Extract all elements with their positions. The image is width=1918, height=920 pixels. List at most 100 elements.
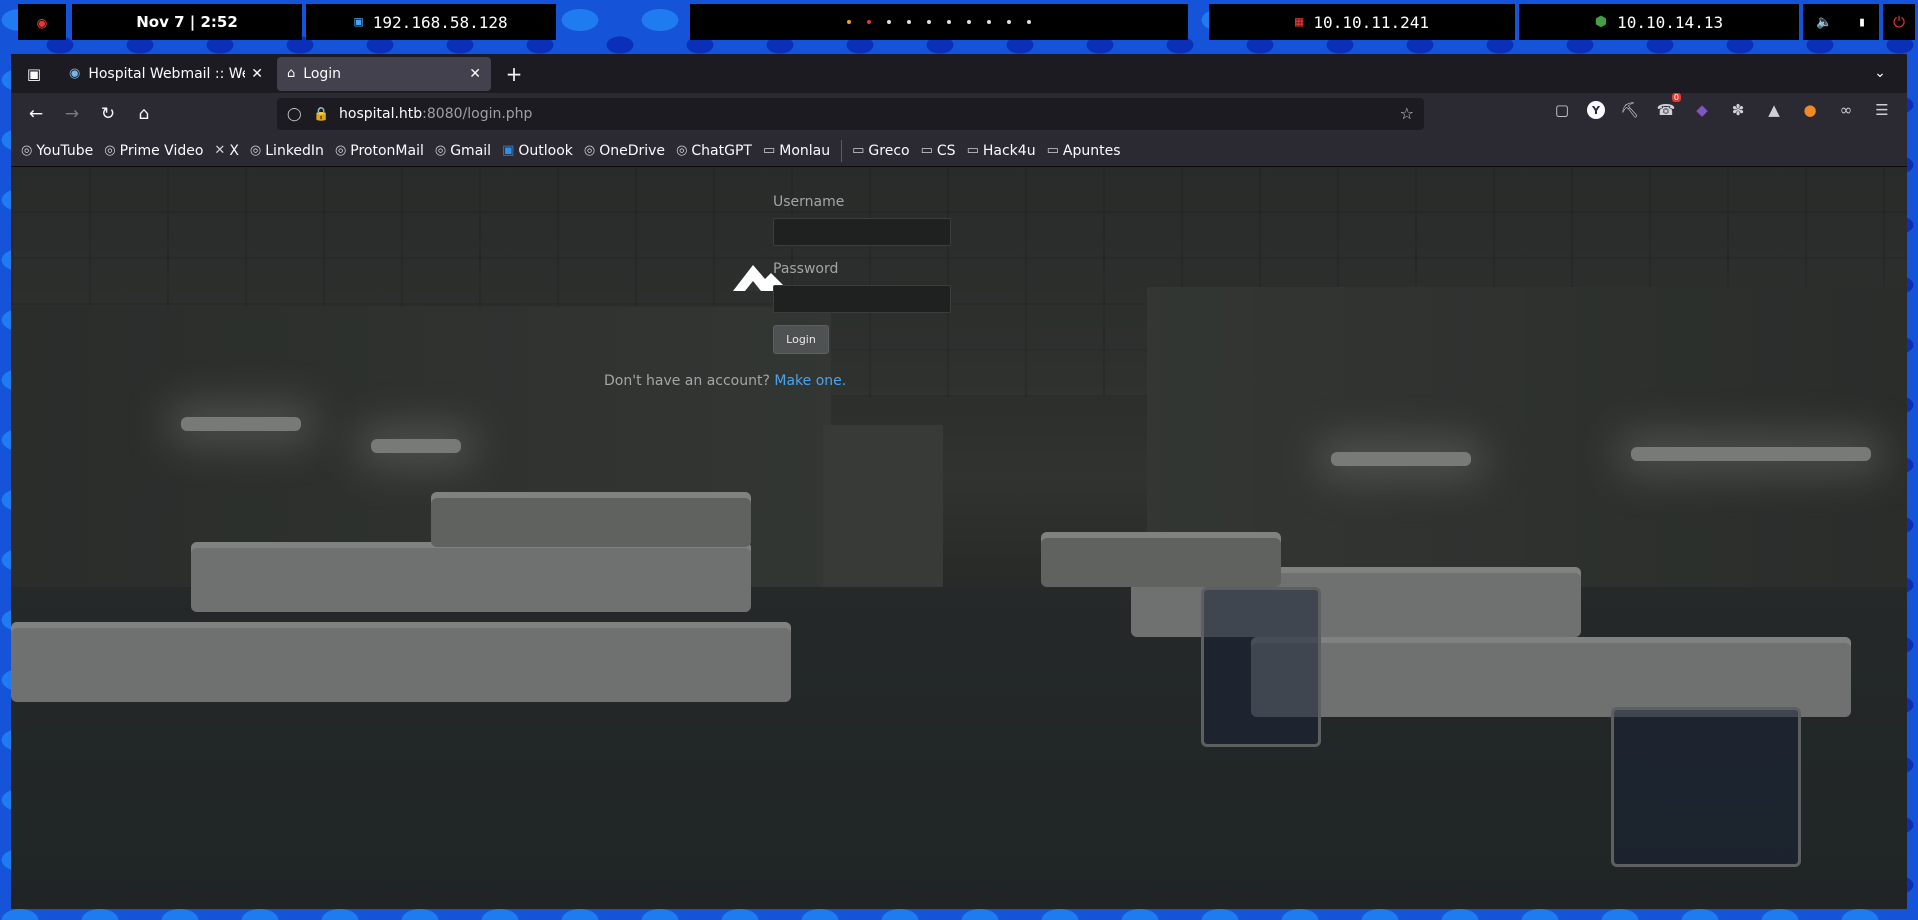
signup-text: Don't have an account?	[604, 373, 770, 389]
battery-icon[interactable]: ▮	[1858, 15, 1866, 30]
workspace-dot[interactable]	[987, 20, 991, 24]
workspace-dot[interactable]	[967, 20, 971, 24]
badge-count: 0	[1671, 93, 1681, 102]
gem-icon[interactable]: ◆	[1691, 99, 1713, 121]
password-input[interactable]	[773, 285, 951, 313]
notification-badge-icon[interactable]: ☎ 0	[1655, 93, 1681, 121]
tab-overview-icon[interactable]: ▣	[19, 59, 49, 89]
bookmark-protonmail[interactable]: ◎ ProtonMail	[335, 143, 424, 159]
url-text: hospital.htb:8080/login.php	[339, 106, 532, 122]
workspace-dot[interactable]	[927, 20, 931, 24]
browser-window: ▣ ◉ Hospital Webmail :: Welcome ✕ ⌂ Logi…	[11, 54, 1907, 909]
bookmark-monlau[interactable]: ▭ Monlau	[763, 143, 830, 159]
hat-icon[interactable]: ▲	[1763, 99, 1785, 121]
bookmark-label: Apuntes	[1062, 142, 1121, 159]
signup-link[interactable]: Make one.	[774, 373, 846, 389]
tab-bar: ▣ ◉ Hospital Webmail :: Welcome ✕ ⌂ Logi…	[11, 54, 1907, 93]
extensions-puzzle-icon[interactable]: ⛏	[1619, 99, 1641, 121]
monitor-icon: ▣	[354, 14, 363, 30]
username-input[interactable]	[773, 218, 951, 246]
bookmarks-list: ◎ YouTube ◎ Prime Video ✕ X ◎ LinkedIn ◎ ProtonMa…	[21, 143, 841, 159]
tab-webmail[interactable]: ◉ Hospital Webmail :: Welcome ✕	[59, 57, 273, 91]
page-content: Username Password Login Don't have an ac…	[11, 167, 1907, 909]
tab-login[interactable]: ⌂ Login ✕	[277, 56, 491, 91]
workspace-dot[interactable]	[1027, 20, 1031, 24]
workspace-dot[interactable]	[867, 20, 871, 24]
system-bar: ◉ Nov 7 | 2:52 ▣ 192.168.58.128 ▦ 10.10.…	[0, 0, 1918, 44]
bookmark-label: OneDrive	[599, 142, 666, 159]
bookmark-cs[interactable]: ▭ CS	[921, 143, 956, 159]
workspace-dot[interactable]	[1007, 20, 1011, 24]
workspace-dot[interactable]	[847, 20, 851, 24]
globe-icon: ◎	[249, 143, 262, 158]
bookmark-outlook[interactable]: ▣ Outlook	[502, 143, 573, 159]
bookmark-onedrive[interactable]: ◎ OneDrive	[584, 143, 665, 159]
pocket-icon[interactable]: ▢	[1551, 99, 1573, 121]
bookmark-label: YouTube	[36, 142, 94, 159]
y-extension-icon[interactable]: Y	[1587, 101, 1605, 119]
workspace-dot[interactable]	[907, 20, 911, 24]
url-bar[interactable]: ◯ 🔒 hospital.htb:8080/login.php ☆	[277, 98, 1424, 130]
forward-icon[interactable]: →	[57, 99, 87, 129]
folder-icon: ▭	[762, 143, 776, 158]
bookmark-star-icon[interactable]: ☆	[1400, 104, 1414, 123]
menu-icon[interactable]: ☰	[1871, 99, 1893, 121]
workspace-dot[interactable]	[887, 20, 891, 24]
workspace-dot[interactable]	[947, 20, 951, 24]
bookmark-label: Prime Video	[119, 142, 204, 159]
close-icon[interactable]: ✕	[469, 66, 481, 82]
folder-icon: ▭	[966, 143, 979, 158]
password-label: Password	[773, 261, 839, 277]
clock-segment: Nov 7 | 2:52	[72, 4, 302, 40]
new-tab-icon[interactable]: +	[499, 59, 529, 89]
cube-icon: ⬢	[1594, 14, 1608, 30]
cookie-icon[interactable]: ✽	[1727, 99, 1749, 121]
globe-icon: ◎	[434, 143, 447, 158]
login-button[interactable]: Login	[773, 325, 829, 354]
bookmark-greco[interactable]: ▭ Greco	[852, 143, 909, 159]
bookmark-label: ChatGPT	[691, 142, 752, 159]
bookmark-label: Gmail	[450, 142, 492, 159]
reload-icon[interactable]: ↻	[93, 99, 123, 129]
workspace-dots[interactable]	[847, 20, 1031, 24]
vpn-ip-segment: ⬢ 10.10.14.13	[1519, 4, 1799, 40]
fox-icon[interactable]: ●	[1799, 99, 1821, 121]
folder-icon: ▭	[920, 143, 933, 158]
fingerprint-segment[interactable]: ◉	[18, 4, 66, 40]
bookmark-chatgpt[interactable]: ◎ ChatGPT	[676, 143, 752, 159]
bookmarks-separator	[841, 139, 843, 162]
tab-title: Hospital Webmail :: Welcome	[88, 65, 245, 82]
globe-icon: ◎	[334, 143, 347, 158]
bookmark-hack4u[interactable]: ▭ Hack4u	[967, 143, 1036, 159]
bookmark-label: Monlau	[779, 142, 831, 159]
close-icon[interactable]: ✕	[251, 66, 263, 82]
home-icon[interactable]: ⌂	[129, 99, 159, 129]
bookmark-prime-video[interactable]: ◎ Prime Video	[104, 143, 203, 159]
home-icon: ⌂	[287, 66, 296, 81]
workspace-segment	[690, 4, 1188, 40]
bookmark-apuntes[interactable]: ▭ Apuntes	[1047, 143, 1121, 159]
url-path: :8080/login.php	[422, 106, 533, 122]
insecure-lock-icon[interactable]: 🔒	[313, 107, 335, 122]
date-time: Nov 7 | 2:52	[136, 13, 238, 31]
signup-prompt: Don't have an account? Make one.	[604, 373, 846, 389]
username-label: Username	[773, 194, 845, 210]
glasses-icon[interactable]: ∞	[1835, 99, 1857, 121]
bookmark-label: LinkedIn	[265, 142, 324, 159]
bookmark-linkedin[interactable]: ◎ LinkedIn	[250, 143, 324, 159]
tab-list-chevron-down-icon[interactable]: ⌄	[1865, 58, 1895, 88]
vpn-ip: 10.10.14.13	[1617, 12, 1724, 32]
power-segment[interactable]: ⏻	[1883, 4, 1915, 40]
bookmark-gmail[interactable]: ◎ Gmail	[435, 143, 491, 159]
volume-icon[interactable]: 🔈	[1816, 15, 1832, 30]
shield-icon[interactable]: ◯	[287, 107, 309, 122]
bookmark-youtube[interactable]: ◎ YouTube	[21, 143, 93, 159]
bookmark-folders: ▭ Greco ▭ CS ▭ Hack4u ▭ Apuntes	[852, 143, 1131, 159]
bookmark-x[interactable]: ✕ X	[214, 143, 239, 159]
globe-icon: ◎	[21, 143, 33, 158]
bookmark-label: Greco	[868, 142, 910, 159]
webmail-icon: ◉	[69, 66, 81, 81]
url-host: hospital.htb	[339, 106, 423, 122]
bookmark-label: Outlook	[518, 142, 573, 159]
back-icon[interactable]: ←	[21, 99, 51, 129]
